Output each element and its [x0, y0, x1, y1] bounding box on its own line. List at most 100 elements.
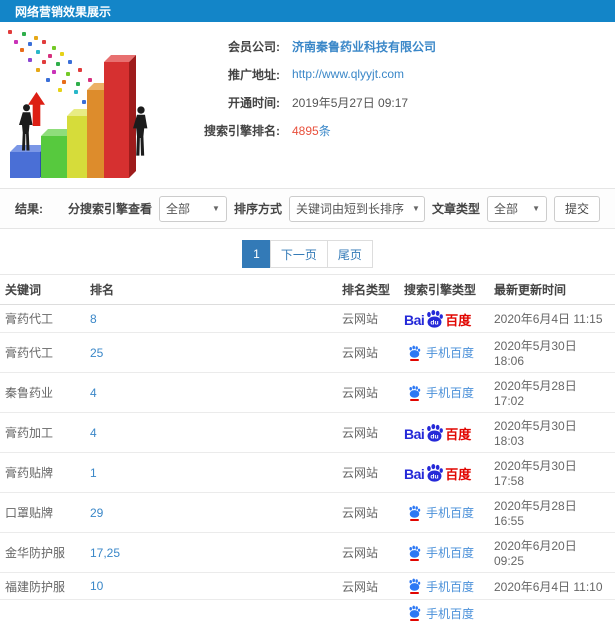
updated-time-cell: 2020年6月20日 09:25 [489, 532, 615, 573]
table-header-row: 关键词 排名 排名类型 搜索引擎类型 最新更新时间 [0, 274, 615, 305]
table-row: 秦鲁药业 4 云网站 手机百度 2020年5月28日 17:02 [0, 372, 615, 413]
keyword-cell: 膏药加工 [0, 412, 85, 453]
baidu-paw-icon [408, 345, 421, 361]
baidu-paw-icon: du [427, 423, 444, 442]
rank-link[interactable]: 25 [90, 346, 103, 360]
company-label: 会员公司: [228, 39, 280, 54]
updated-time-cell: 2020年5月30日 17:58 [489, 452, 615, 493]
rank-type-cell: 云网站 [337, 332, 399, 373]
page-title: 网络营销效果展示 [15, 4, 112, 19]
baidu-mobile-logo[interactable]: 手机百度 [408, 544, 474, 561]
rank-link[interactable]: 4 [90, 386, 97, 400]
rank-link[interactable]: 4 [90, 426, 97, 440]
baidu-mobile-logo[interactable]: 手机百度 [408, 344, 474, 361]
bar-chart-illustration [0, 26, 170, 186]
pagination-page-1[interactable]: 1 [242, 240, 271, 268]
svg-text:du: du [431, 319, 439, 326]
rank-link[interactable]: 8 [90, 312, 97, 326]
chevron-down-icon: ▼ [532, 204, 540, 213]
rank-link[interactable]: 10 [90, 579, 103, 593]
keyword-cell [0, 600, 85, 627]
engine-type-cell: 手机百度 [399, 492, 489, 533]
baidu-red-underline [410, 358, 419, 361]
baidu-pc-logo[interactable]: Bai du 百度 [404, 423, 471, 442]
filter-controls: 分搜索引擎查看 全部 ▼ 排序方式 关键词由短到长排序 ▼ 文章类型 全部 ▼ … [68, 195, 600, 222]
keyword-cell: 福建防护服 [0, 572, 85, 600]
promotion-url-link[interactable]: http://www.qlyyjt.com [292, 67, 404, 81]
chevron-down-icon: ▼ [212, 204, 220, 213]
col-header-rank-type: 排名类型 [337, 274, 399, 305]
pagination-next[interactable]: 下一页 [269, 240, 328, 268]
filter-bar: 结果: 分搜索引擎查看 全部 ▼ 排序方式 关键词由短到长排序 ▼ 文章类型 全… [0, 188, 615, 229]
keyword-cell: 口罩贴牌 [0, 492, 85, 533]
submit-button[interactable]: 提交 [554, 195, 600, 222]
rank-count-unit-link[interactable]: 条 [319, 124, 331, 138]
baidu-red-underline [410, 398, 419, 401]
article-type-value: 全部 [494, 202, 519, 216]
member-info-section: 会员公司: 济南秦鲁药业科技有限公司 推广地址: http://www.qlyy… [0, 22, 615, 188]
keyword-cell: 膏药代工 [0, 332, 85, 373]
table-row: 膏药贴牌 1 云网站 Bai du 百度 2020年5月30日 17:58 [0, 452, 615, 493]
illustration-bar-green [41, 129, 77, 178]
company-link[interactable]: 济南秦鲁药业科技有限公司 [292, 40, 436, 54]
baidu-mobile-logo[interactable]: 手机百度 [408, 384, 474, 401]
baidu-red-underline [410, 558, 419, 561]
engine-type-cell: 手机百度 [399, 532, 489, 573]
baidu-paw-icon: du [427, 463, 444, 482]
table-row: 膏药代工 8 云网站 Bai du 百度 2020年6月4日 11:15 [0, 304, 615, 333]
updated-time-cell: 2020年5月28日 16:55 [489, 492, 615, 533]
engine-type-cell: 手机百度 [399, 600, 489, 627]
col-header-rank: 排名 [85, 274, 337, 305]
baidu-mobile-logo[interactable]: 手机百度 [408, 605, 474, 622]
col-header-engine-type: 搜索引擎类型 [399, 274, 489, 305]
open-time-label: 开通时间: [228, 95, 280, 110]
baidu-paw-icon [408, 545, 421, 561]
article-type-label: 文章类型 [431, 202, 480, 216]
baidu-red-underline [410, 592, 419, 594]
updated-time-cell: 2020年5月30日 18:03 [489, 412, 615, 453]
updated-time-cell: 2020年6月4日 11:10 [489, 572, 615, 600]
open-time-value: 2019年5月27日 09:17 [292, 95, 409, 110]
updated-time-cell: 2020年5月28日 17:02 [489, 372, 615, 413]
illustration-bar-red [104, 55, 136, 178]
illustration-bar-blue [10, 145, 47, 178]
updated-time-cell [489, 600, 615, 627]
keyword-cell: 膏药代工 [0, 304, 85, 333]
baidu-paw-icon [408, 385, 421, 401]
article-type-select[interactable]: 全部 ▼ [487, 195, 547, 222]
col-header-updated: 最新更新时间 [489, 274, 615, 305]
engine-type-cell: 手机百度 [399, 372, 489, 413]
baidu-pc-logo[interactable]: Bai du 百度 [404, 309, 471, 328]
baidu-paw-icon [408, 578, 421, 594]
chevron-down-icon: ▼ [412, 204, 420, 213]
rank-type-cell: 云网站 [337, 572, 399, 600]
engine-filter-select[interactable]: 全部 ▼ [158, 195, 227, 222]
baidu-mobile-logo[interactable]: 手机百度 [408, 504, 474, 521]
pagination-last[interactable]: 尾页 [326, 240, 373, 268]
engine-type-cell: 手机百度 [399, 572, 489, 600]
sort-select[interactable]: 关键词由短到长排序 ▼ [288, 195, 425, 222]
table-row-partial: 手机百度 [0, 600, 615, 627]
rank-count-label: 搜索引擎排名: [204, 123, 280, 138]
url-label: 推广地址: [228, 67, 280, 82]
results-table: 关键词 排名 排名类型 搜索引擎类型 最新更新时间 膏药代工 8 云网站 Bai… [0, 274, 615, 627]
rank-link[interactable]: 1 [90, 466, 97, 480]
baidu-pc-logo[interactable]: Bai du 百度 [404, 463, 471, 482]
table-row: 膏药加工 4 云网站 Bai du 百度 2020年5月30日 18:03 [0, 412, 615, 453]
updated-time-cell: 2020年6月4日 11:15 [489, 304, 615, 333]
baidu-paw-icon [408, 505, 421, 521]
title-bar: 网络营销效果展示 [0, 0, 615, 22]
svg-text:du: du [431, 473, 439, 480]
keyword-cell: 金华防护服 [0, 532, 85, 573]
result-label: 结果: [15, 202, 43, 216]
baidu-mobile-logo[interactable]: 手机百度 [408, 578, 474, 595]
baidu-red-underline [410, 619, 419, 622]
rank-type-cell: 云网站 [337, 304, 399, 333]
field-url: 推广地址: http://www.qlyyjt.com [178, 60, 615, 88]
rank-link[interactable]: 17,25 [90, 546, 120, 560]
rank-link[interactable]: 29 [90, 506, 103, 520]
businessman-figure-left [19, 104, 34, 152]
field-rank-count: 搜索引擎排名: 4895条 [178, 116, 615, 144]
rank-type-cell [337, 600, 399, 627]
svg-text:du: du [431, 433, 439, 440]
